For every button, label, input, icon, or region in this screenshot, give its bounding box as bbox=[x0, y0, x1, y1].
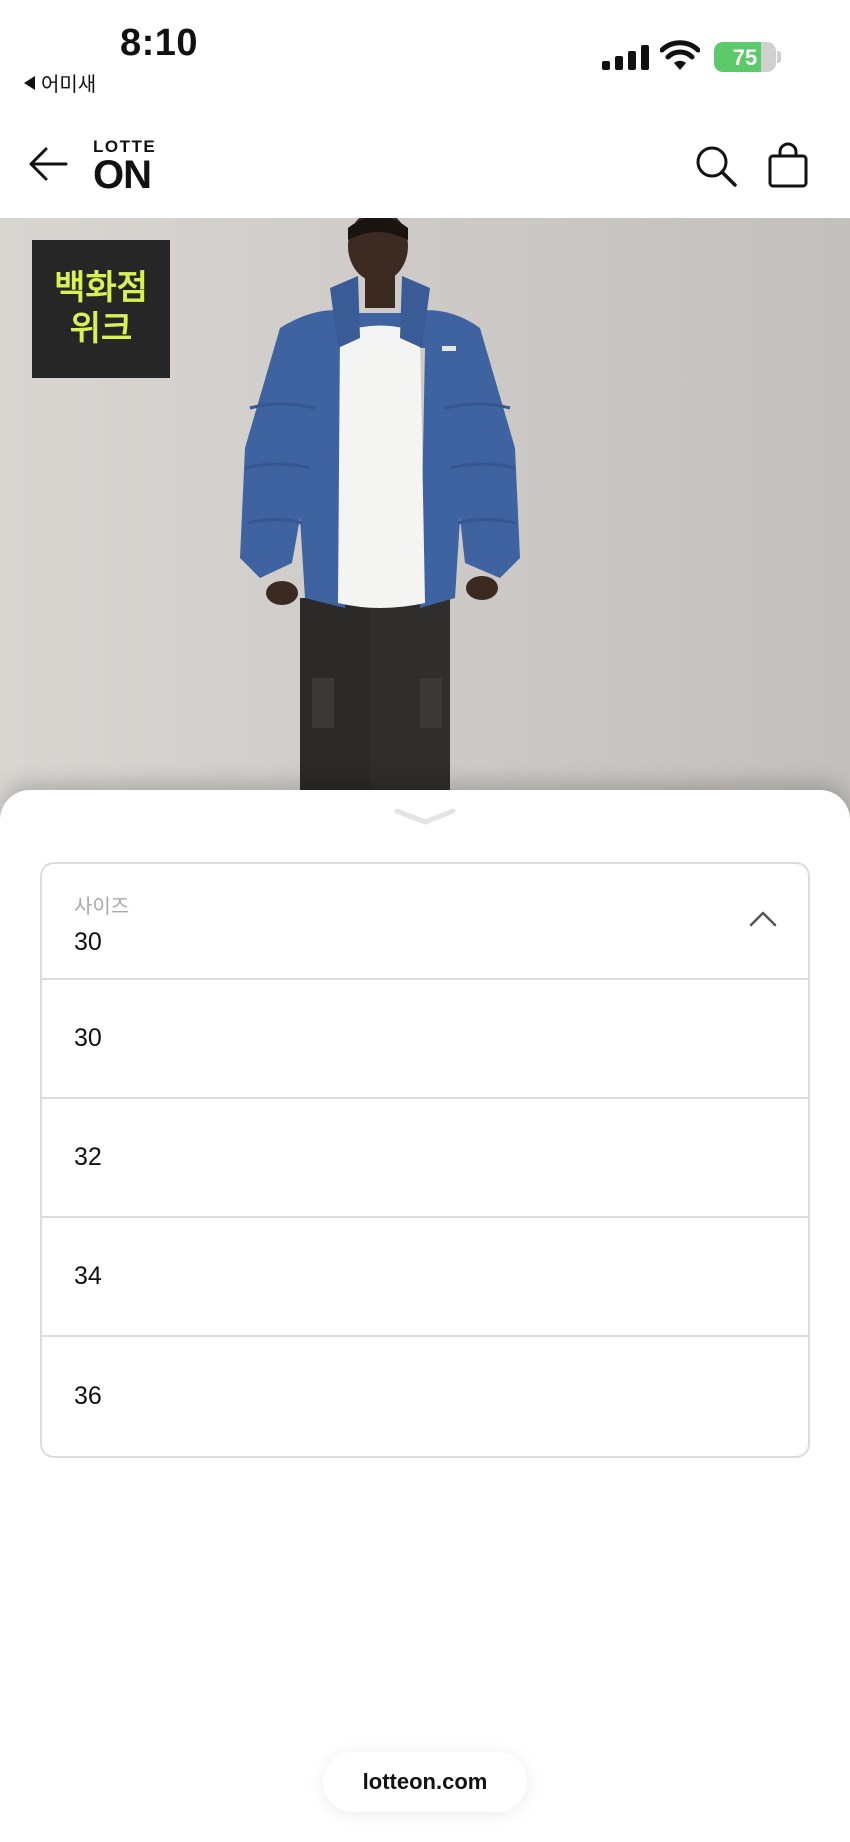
shopping-bag-icon[interactable] bbox=[766, 142, 810, 188]
product-image[interactable]: 백화점 위크 bbox=[0, 218, 850, 818]
logo-bottom-text: ON bbox=[93, 153, 152, 197]
chevron-up-icon[interactable] bbox=[748, 908, 778, 928]
option-bottom-sheet: 사이즈 30 30 32 34 36 bbox=[0, 790, 850, 1842]
product-model-photo bbox=[240, 218, 520, 818]
arrow-left-icon[interactable] bbox=[28, 146, 68, 182]
battery-nub bbox=[777, 51, 781, 63]
lotte-on-logo[interactable]: LOTTE ON bbox=[93, 138, 156, 195]
back-app-label: 어미새 bbox=[41, 74, 97, 96]
size-select-value: 30 bbox=[74, 928, 102, 956]
browser-url-bar[interactable]: lotteon.com bbox=[323, 1752, 527, 1812]
department-week-badge: 백화점 위크 bbox=[32, 240, 170, 378]
size-option[interactable]: 32 bbox=[42, 1099, 808, 1218]
app-header: LOTTE ON bbox=[0, 100, 850, 218]
chevron-down-icon[interactable] bbox=[393, 806, 457, 828]
size-select-header[interactable]: 사이즈 30 bbox=[42, 864, 808, 980]
battery-icon: 75 bbox=[714, 42, 776, 72]
size-option[interactable]: 34 bbox=[42, 1218, 808, 1337]
battery-percent: 75 bbox=[732, 45, 758, 70]
search-icon[interactable] bbox=[694, 144, 738, 188]
size-option[interactable]: 30 bbox=[42, 980, 808, 1099]
status-bar: 8:10 어미새 75 bbox=[0, 0, 850, 100]
wifi-icon bbox=[660, 40, 700, 70]
status-time: 8:10 bbox=[120, 22, 199, 64]
size-select-label: 사이즈 bbox=[74, 896, 130, 918]
back-to-app-link[interactable]: 어미새 bbox=[24, 68, 96, 97]
badge-text: 백화점 위크 bbox=[54, 269, 148, 348]
cellular-signal-icon bbox=[602, 44, 649, 70]
back-triangle-icon bbox=[24, 75, 35, 90]
size-option[interactable]: 36 bbox=[42, 1337, 808, 1456]
size-select: 사이즈 30 30 32 34 36 bbox=[40, 862, 810, 1458]
